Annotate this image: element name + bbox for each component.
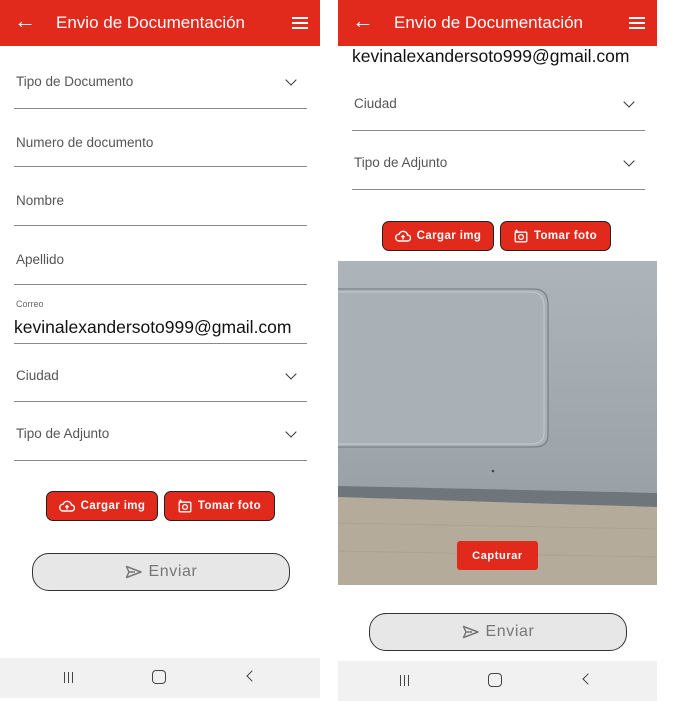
recents-icon[interactable] xyxy=(64,672,74,683)
home-icon[interactable] xyxy=(488,673,502,687)
tipo-adjunto-select[interactable]: Tipo de Adjunto xyxy=(14,402,307,461)
tipo-documento-label: Tipo de Documento xyxy=(16,74,134,89)
correo-field[interactable]: Correo kevinalexandersoto999@gmail.com xyxy=(14,285,307,344)
tipo-adjunto-select[interactable]: Tipo de Adjunto xyxy=(352,131,645,190)
hamburger-menu-icon[interactable] xyxy=(629,17,645,29)
apellido-label: Apellido xyxy=(16,252,65,267)
cloud-upload-icon xyxy=(394,230,411,242)
chevron-down-icon xyxy=(285,426,297,438)
page-title: Envio de Documentación xyxy=(394,13,584,32)
tipo-adjunto-label: Tipo de Adjunto xyxy=(16,426,110,441)
chevron-down-icon xyxy=(623,155,635,167)
app-bar: ← Envio de Documentación xyxy=(338,0,657,46)
home-icon[interactable] xyxy=(152,670,166,684)
tipo-documento-select[interactable]: Tipo de Documento xyxy=(14,48,307,109)
numero-documento-label: Numero de documento xyxy=(16,135,154,150)
add-photo-icon xyxy=(178,499,192,513)
arrow-back-icon[interactable]: ← xyxy=(14,8,36,34)
screen-form: ← Envio de Documentación Tipo de Documen… xyxy=(0,0,320,701)
enviar-label: Enviar xyxy=(148,563,198,580)
apellido-field[interactable]: Apellido xyxy=(14,226,307,285)
cargar-img-label: Cargar img xyxy=(416,230,482,242)
recents-icon[interactable] xyxy=(400,675,410,686)
chevron-down-icon xyxy=(285,368,297,380)
page-title: Envio de Documentación xyxy=(56,13,246,32)
cloud-upload-icon xyxy=(58,500,75,512)
correo-value: kevinalexandersoto999@gmail.com xyxy=(352,46,630,66)
numero-documento-field[interactable]: Numero de documento xyxy=(14,109,307,167)
tomar-foto-button[interactable]: Tomar foto xyxy=(164,491,275,521)
chevron-down-icon xyxy=(285,74,297,86)
chevron-down-icon xyxy=(623,96,635,108)
app-bar: ← Envio de Documentación xyxy=(0,0,320,46)
nombre-label: Nombre xyxy=(16,193,65,208)
tomar-foto-label: Tomar foto xyxy=(197,500,262,512)
tipo-adjunto-label: Tipo de Adjunto xyxy=(354,155,448,170)
hamburger-menu-icon[interactable] xyxy=(292,17,308,29)
send-icon xyxy=(125,565,142,579)
ciudad-select[interactable]: Ciudad xyxy=(14,344,307,402)
enviar-label: Enviar xyxy=(485,623,535,640)
ciudad-label: Ciudad xyxy=(354,96,397,111)
capturar-button[interactable]: Capturar xyxy=(457,541,538,570)
nav-back-icon[interactable] xyxy=(246,670,258,682)
enviar-button[interactable]: Enviar xyxy=(32,553,290,591)
ciudad-select[interactable]: Ciudad xyxy=(352,72,645,131)
add-photo-icon xyxy=(514,229,528,243)
camera-preview: Capturar xyxy=(338,261,657,585)
screen-camera: kevinalexandersoto999@gmail.com Ciudad T… xyxy=(338,0,657,701)
cargar-img-label: Cargar img xyxy=(80,500,146,512)
tomar-foto-button[interactable]: Tomar foto xyxy=(500,221,611,251)
ciudad-label: Ciudad xyxy=(16,368,59,383)
send-icon xyxy=(462,625,479,639)
arrow-back-icon[interactable]: ← xyxy=(352,8,374,34)
system-nav-bar xyxy=(338,661,657,701)
correo-value: kevinalexandersoto999@gmail.com xyxy=(14,317,292,337)
cargar-img-button[interactable]: Cargar img xyxy=(382,221,494,251)
system-nav-bar xyxy=(0,658,320,698)
cargar-img-button[interactable]: Cargar img xyxy=(46,491,158,521)
camera-feed-image xyxy=(338,261,657,585)
enviar-button[interactable]: Enviar xyxy=(369,613,627,651)
nombre-field[interactable]: Nombre xyxy=(14,167,307,226)
nav-back-icon[interactable] xyxy=(582,673,594,685)
tomar-foto-label: Tomar foto xyxy=(533,230,598,242)
correo-label: Correo xyxy=(16,299,44,309)
